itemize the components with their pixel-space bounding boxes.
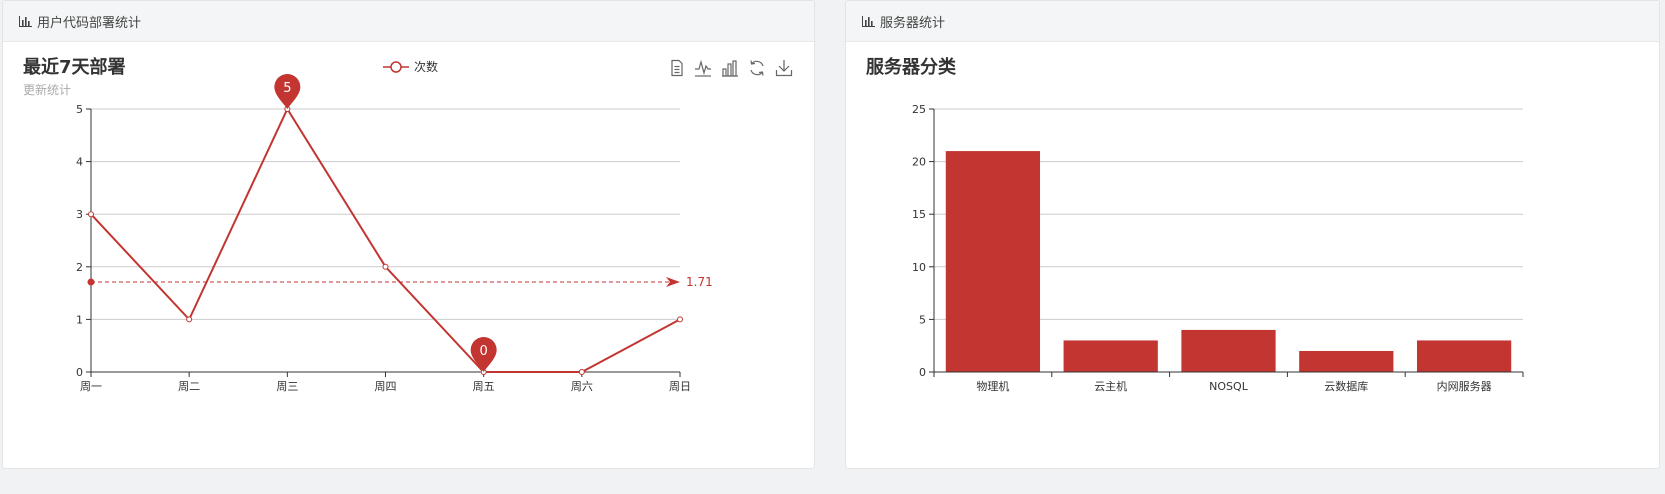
bar bbox=[1299, 350, 1394, 372]
data-point bbox=[88, 211, 94, 218]
y-tick-label: 0 bbox=[919, 366, 926, 379]
chart-title: 服务器分类 bbox=[866, 56, 957, 78]
y-tick-label: 5 bbox=[76, 103, 83, 116]
y-tick-label: 1 bbox=[76, 313, 83, 326]
bar-chart: 服务器分类 0 5 10 15 20 25 物理机 云主机 NOSQL 云数据库 内网服务器 bbox=[866, 56, 1524, 393]
restore-icon[interactable] bbox=[750, 60, 764, 76]
bar-chart-icon bbox=[862, 15, 875, 27]
y-gridlines bbox=[91, 108, 680, 320]
data-view-icon[interactable] bbox=[671, 59, 683, 77]
panel-header: 服务器统计 bbox=[846, 1, 1659, 42]
x-tick-label: 内网服务器 bbox=[1437, 379, 1492, 393]
deploy-stats-panel: 用户代码部署统计 最近7天部署 更新统计 次数 0 1 2 3 4 5 周一 周… bbox=[2, 0, 815, 469]
series-line bbox=[90, 106, 681, 373]
x-tick-label: 云数据库 bbox=[1324, 379, 1368, 393]
y-tick-label: 4 bbox=[76, 156, 83, 169]
data-point bbox=[578, 369, 585, 375]
data-point bbox=[186, 316, 193, 323]
y-tick-label: 5 bbox=[919, 313, 926, 326]
mark-line-label: 1.71 bbox=[686, 275, 713, 289]
bar-chart-icon[interactable] bbox=[722, 60, 738, 77]
page-footer-strip bbox=[0, 469, 1665, 494]
panel-title: 用户代码部署统计 bbox=[37, 15, 142, 31]
x-tick-label: 周日 bbox=[669, 380, 691, 393]
x-tick-label: 物理机 bbox=[976, 379, 1009, 393]
legend-label: 次数 bbox=[414, 59, 438, 74]
line-chart-icon[interactable] bbox=[695, 59, 711, 77]
data-point bbox=[382, 263, 389, 270]
y-tick-label: 15 bbox=[912, 208, 926, 221]
bar bbox=[1416, 340, 1512, 372]
y-tick-label: 25 bbox=[912, 103, 926, 116]
x-tick-label: NOSQL bbox=[1209, 380, 1249, 393]
panel-title: 服务器统计 bbox=[880, 15, 946, 31]
x-tick-label: 周五 bbox=[473, 380, 495, 393]
panel-header: 用户代码部署统计 bbox=[3, 1, 814, 42]
x-tick-label: 周三 bbox=[276, 380, 298, 393]
line-chart: 最近7天部署 更新统计 次数 012345周一 周二 周三 周四 周五 周六 周… bbox=[23, 56, 793, 393]
chart-subtitle: 更新统计 bbox=[23, 82, 71, 97]
bar bbox=[945, 151, 1041, 372]
bar bbox=[1063, 340, 1158, 372]
download-icon[interactable] bbox=[775, 60, 793, 77]
x-tick-label: 周一 bbox=[80, 380, 102, 393]
x-tick-label: 周二 bbox=[178, 380, 200, 393]
bar bbox=[1181, 329, 1276, 372]
data-point bbox=[677, 316, 683, 323]
x-tick-label: 周四 bbox=[375, 380, 397, 393]
series-marks: 1.71 5 0 bbox=[87, 74, 713, 375]
axes: 0 1 2 3 4 5 周一 周二 周三 周四 周五 周六 周日 bbox=[76, 103, 691, 393]
y-tick-label: 2 bbox=[76, 261, 83, 274]
chart-title: 最近7天部署 bbox=[23, 56, 126, 78]
x-tick-label: 周六 bbox=[571, 380, 593, 393]
bar-chart-icon bbox=[19, 15, 32, 27]
y-tick-label: 3 bbox=[76, 208, 83, 221]
mark-point-label: 0 bbox=[480, 344, 488, 359]
y-tick-label: 0 bbox=[76, 366, 83, 379]
server-stats-panel: 服务器统计 服务器分类 0 5 10 15 20 25 物理机 云主机 NOSQL 云数据库 内网服… bbox=[845, 0, 1660, 469]
mark-point-label: 5 bbox=[283, 81, 291, 96]
legend-item[interactable]: 次数 bbox=[383, 59, 438, 74]
y-tick-label: 20 bbox=[912, 156, 926, 169]
series-marks bbox=[945, 151, 1512, 372]
x-tick-label: 云主机 bbox=[1094, 379, 1127, 393]
y-tick-label: 10 bbox=[912, 261, 926, 274]
